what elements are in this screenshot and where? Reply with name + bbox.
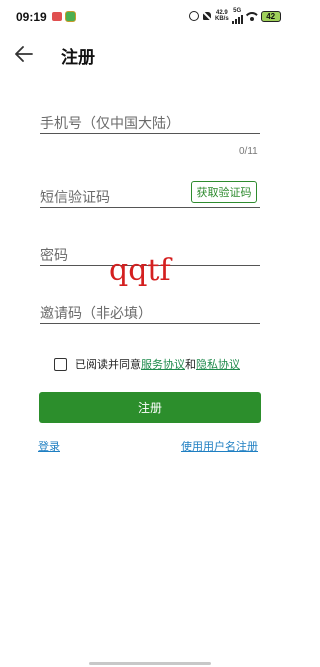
username-register-link[interactable]: 使用用户名注册 (181, 438, 258, 454)
agreement-checkbox[interactable] (54, 357, 67, 371)
signal-bars-icon (231, 14, 243, 24)
privacy-policy-link[interactable]: 隐私协议 (196, 358, 240, 371)
net-speed: 42.9 KB/s (215, 10, 229, 22)
service-agreement-link[interactable]: 服务协议 (141, 358, 185, 371)
network-type: 5G (233, 8, 242, 14)
register-button[interactable]: 注册 (39, 392, 261, 423)
status-indicators: 42.9 KB/s 5G 42 (189, 8, 281, 24)
agreement-prefix: 已阅读并同意 (75, 358, 141, 371)
get-code-button[interactable]: 获取验证码 (191, 181, 257, 203)
phone-char-counter: 0/11 (239, 146, 258, 157)
overlay-text: qqtf (109, 253, 171, 288)
battery-icon: 42 (260, 10, 281, 22)
notification-app-icon (52, 12, 62, 21)
phone-input[interactable] (40, 114, 260, 134)
wifi-icon (246, 11, 258, 21)
alarm-icon (189, 11, 199, 21)
cellular-signal: 5G (231, 8, 243, 24)
notification-game-icon (65, 11, 76, 22)
back-arrow-icon (15, 46, 33, 62)
page-title: 注册 (61, 48, 95, 68)
agreement-row: 已阅读并同意服务协议和隐私协议 (54, 356, 240, 372)
agreement-and: 和 (185, 358, 196, 371)
login-link[interactable]: 登录 (38, 438, 60, 454)
status-time: 09:19 (16, 10, 47, 24)
net-speed-unit: KB/s (215, 16, 229, 22)
back-button[interactable] (12, 42, 36, 66)
invite-code-input[interactable] (40, 304, 260, 324)
mute-icon (202, 11, 212, 21)
home-indicator[interactable] (89, 662, 211, 665)
